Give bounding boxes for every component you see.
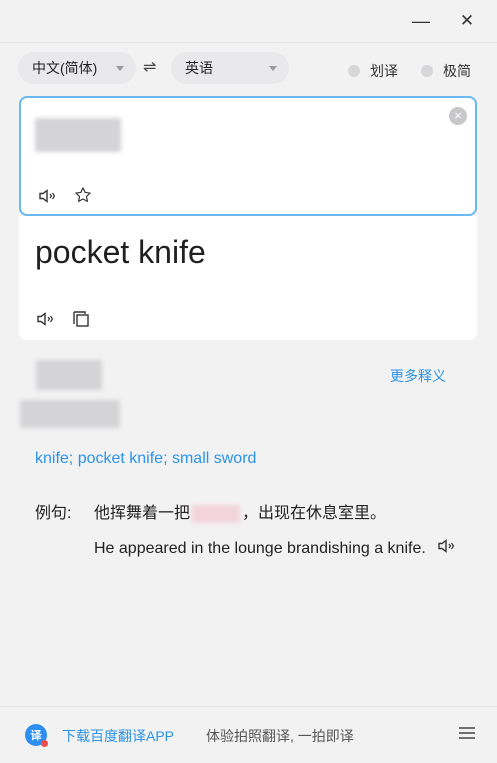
minimize-button[interactable]: —	[406, 8, 436, 34]
example-sentence-en: He appeared in the lounge brandishing a …	[94, 537, 464, 560]
title-divider	[0, 42, 497, 43]
select-translate-toggle[interactable]: 划译	[348, 61, 398, 81]
meaning-separator: ;	[68, 450, 78, 467]
example-en-text: He appeared in the lounge brandishing a …	[94, 540, 426, 557]
app-logo-icon: 译	[25, 724, 48, 747]
example-label: 例句:	[35, 505, 72, 522]
target-language-select[interactable]: 英语	[171, 52, 289, 84]
title-bar: — ✕	[0, 0, 497, 42]
swap-languages-icon[interactable]: ⇌	[143, 57, 156, 77]
speaker-icon[interactable]	[35, 308, 57, 330]
footer: 译 下载百度翻译APP 体验拍照翻译, 一拍即译	[0, 707, 497, 763]
translation-result: pocket knife	[35, 234, 206, 270]
meaning-link[interactable]: pocket knife	[78, 450, 163, 467]
clear-input-button[interactable]: ×	[449, 107, 467, 125]
example-sentence-cn: 他挥舞着一把 ，出现在休息室里。	[94, 499, 386, 523]
toggle-indicator	[348, 65, 360, 77]
star-icon[interactable]	[72, 184, 94, 206]
logo-glyph: 译	[30, 730, 42, 742]
logo-badge	[41, 740, 48, 747]
footer-slogan: 体验拍照翻译, 一拍即译	[206, 728, 354, 744]
menu-icon[interactable]	[457, 723, 477, 743]
blurred-headword	[36, 360, 102, 390]
example-cn-part: ，出现在休息室里。	[242, 505, 387, 522]
source-language-label: 中文(简体)	[32, 60, 98, 76]
meaning-link[interactable]: knife	[35, 450, 69, 467]
meanings-list: knife; pocket knife; small sword	[35, 450, 256, 468]
chevron-down-icon	[116, 66, 124, 71]
target-language-label: 英语	[185, 60, 213, 76]
speaker-icon[interactable]	[37, 185, 59, 207]
minimal-mode-label: 极简	[443, 63, 471, 79]
copy-icon[interactable]	[70, 308, 92, 330]
source-language-select[interactable]: 中文(简体)	[18, 52, 136, 84]
minimal-mode-toggle[interactable]: 极简	[421, 61, 471, 81]
download-app-link[interactable]: 下载百度翻译APP	[62, 726, 174, 746]
meaning-link[interactable]: small sword	[172, 450, 256, 467]
meaning-separator: ;	[163, 450, 172, 467]
source-text-input[interactable]: ×	[19, 96, 477, 216]
chevron-down-icon	[269, 66, 277, 71]
speaker-icon[interactable]	[438, 537, 456, 560]
close-button[interactable]: ✕	[452, 8, 482, 34]
more-meanings-link[interactable]: 更多释义	[390, 366, 446, 386]
blurred-phonetic	[20, 400, 120, 428]
translation-output: pocket knife	[19, 216, 477, 340]
blurred-source-text	[35, 118, 121, 152]
select-translate-label: 划译	[370, 63, 398, 79]
language-bar: 中文(简体) ⇌ 英语 划译 极简	[18, 52, 479, 86]
blurred-highlight	[192, 504, 241, 523]
toggle-indicator	[421, 65, 433, 77]
example-cn-part: 他挥舞着一把	[94, 505, 191, 522]
